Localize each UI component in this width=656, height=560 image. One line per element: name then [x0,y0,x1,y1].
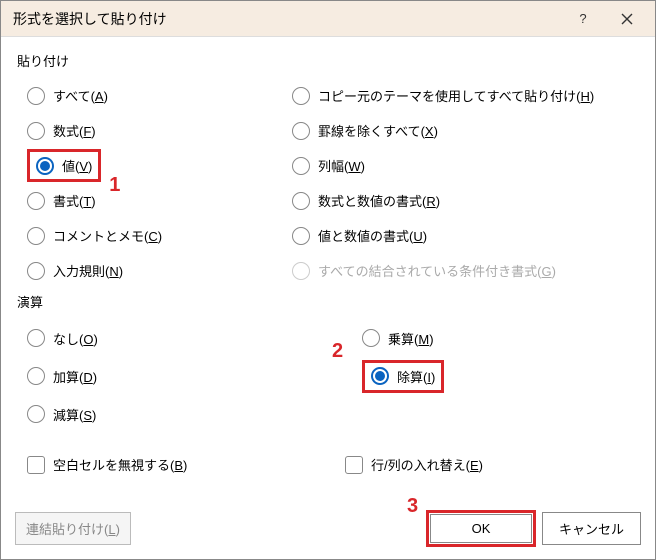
paste-special-dialog: 形式を選択して貼り付け ? 貼り付け すべて(A) 数式(F) [0,0,656,560]
radio-formnum[interactable]: 数式と数値の書式(R) [292,183,639,218]
radio-validation[interactable]: 入力規則(N) [27,253,282,288]
dialog-title: 形式を選択して貼り付け [13,9,561,29]
paste-link-button: 連結貼り付け(L) [15,512,131,545]
radio-mul[interactable]: 乗算(M) [362,319,639,357]
radio-comments[interactable]: コメントとメモ(C) [27,218,282,253]
dialog-content: 貼り付け すべて(A) 数式(F) 値(V) [1,37,655,502]
radio-div[interactable]: 除算(I) [371,367,435,386]
radio-theme[interactable]: コピー元のテーマを使用してすべて貼り付け(H) [292,78,639,113]
ok-button[interactable]: OK 3 [430,514,532,543]
help-button[interactable]: ? [561,4,605,34]
help-icon: ? [579,11,586,26]
annotation-2: 2 [332,341,343,361]
radio-condfmt: すべての結合されている条件付き書式(G) [292,253,639,288]
options-row: 空白セルを無視する(B) 行/列の入れ替え(E) [17,447,639,482]
radio-values[interactable]: 値(V) [36,156,92,175]
close-icon [621,13,633,25]
close-button[interactable] [605,4,649,34]
annotation-1: 1 [109,175,120,195]
radio-formulas[interactable]: 数式(F) [27,113,282,148]
radio-formats[interactable]: 書式(T) [27,183,282,218]
operation-options: なし(O) 加算(D) 減算(S) 乗算(M) 2 [17,319,639,433]
check-transpose[interactable]: 行/列の入れ替え(E) [345,447,639,482]
radio-valnum[interactable]: 値と数値の書式(U) [292,218,639,253]
footer: 連結貼り付け(L) OK 3 キャンセル [1,502,655,559]
paste-section-label: 貼り付け [17,51,639,70]
operation-section-label: 演算 [17,292,639,311]
radio-noborder[interactable]: 罫線を除くすべて(X) [292,113,639,148]
radio-add[interactable]: 加算(D) [27,357,347,395]
titlebar: 形式を選択して貼り付け ? [1,1,655,37]
annotation-3: 3 [407,495,418,518]
radio-colwidth[interactable]: 列幅(W) [292,148,639,183]
cancel-button[interactable]: キャンセル [542,512,641,545]
radio-sub[interactable]: 減算(S) [27,395,347,433]
radio-none[interactable]: なし(O) [27,319,347,357]
check-skip-blanks[interactable]: 空白セルを無視する(B) [27,447,345,482]
radio-all[interactable]: すべて(A) [27,78,282,113]
paste-options: すべて(A) 数式(F) 値(V) 1 [17,78,639,288]
